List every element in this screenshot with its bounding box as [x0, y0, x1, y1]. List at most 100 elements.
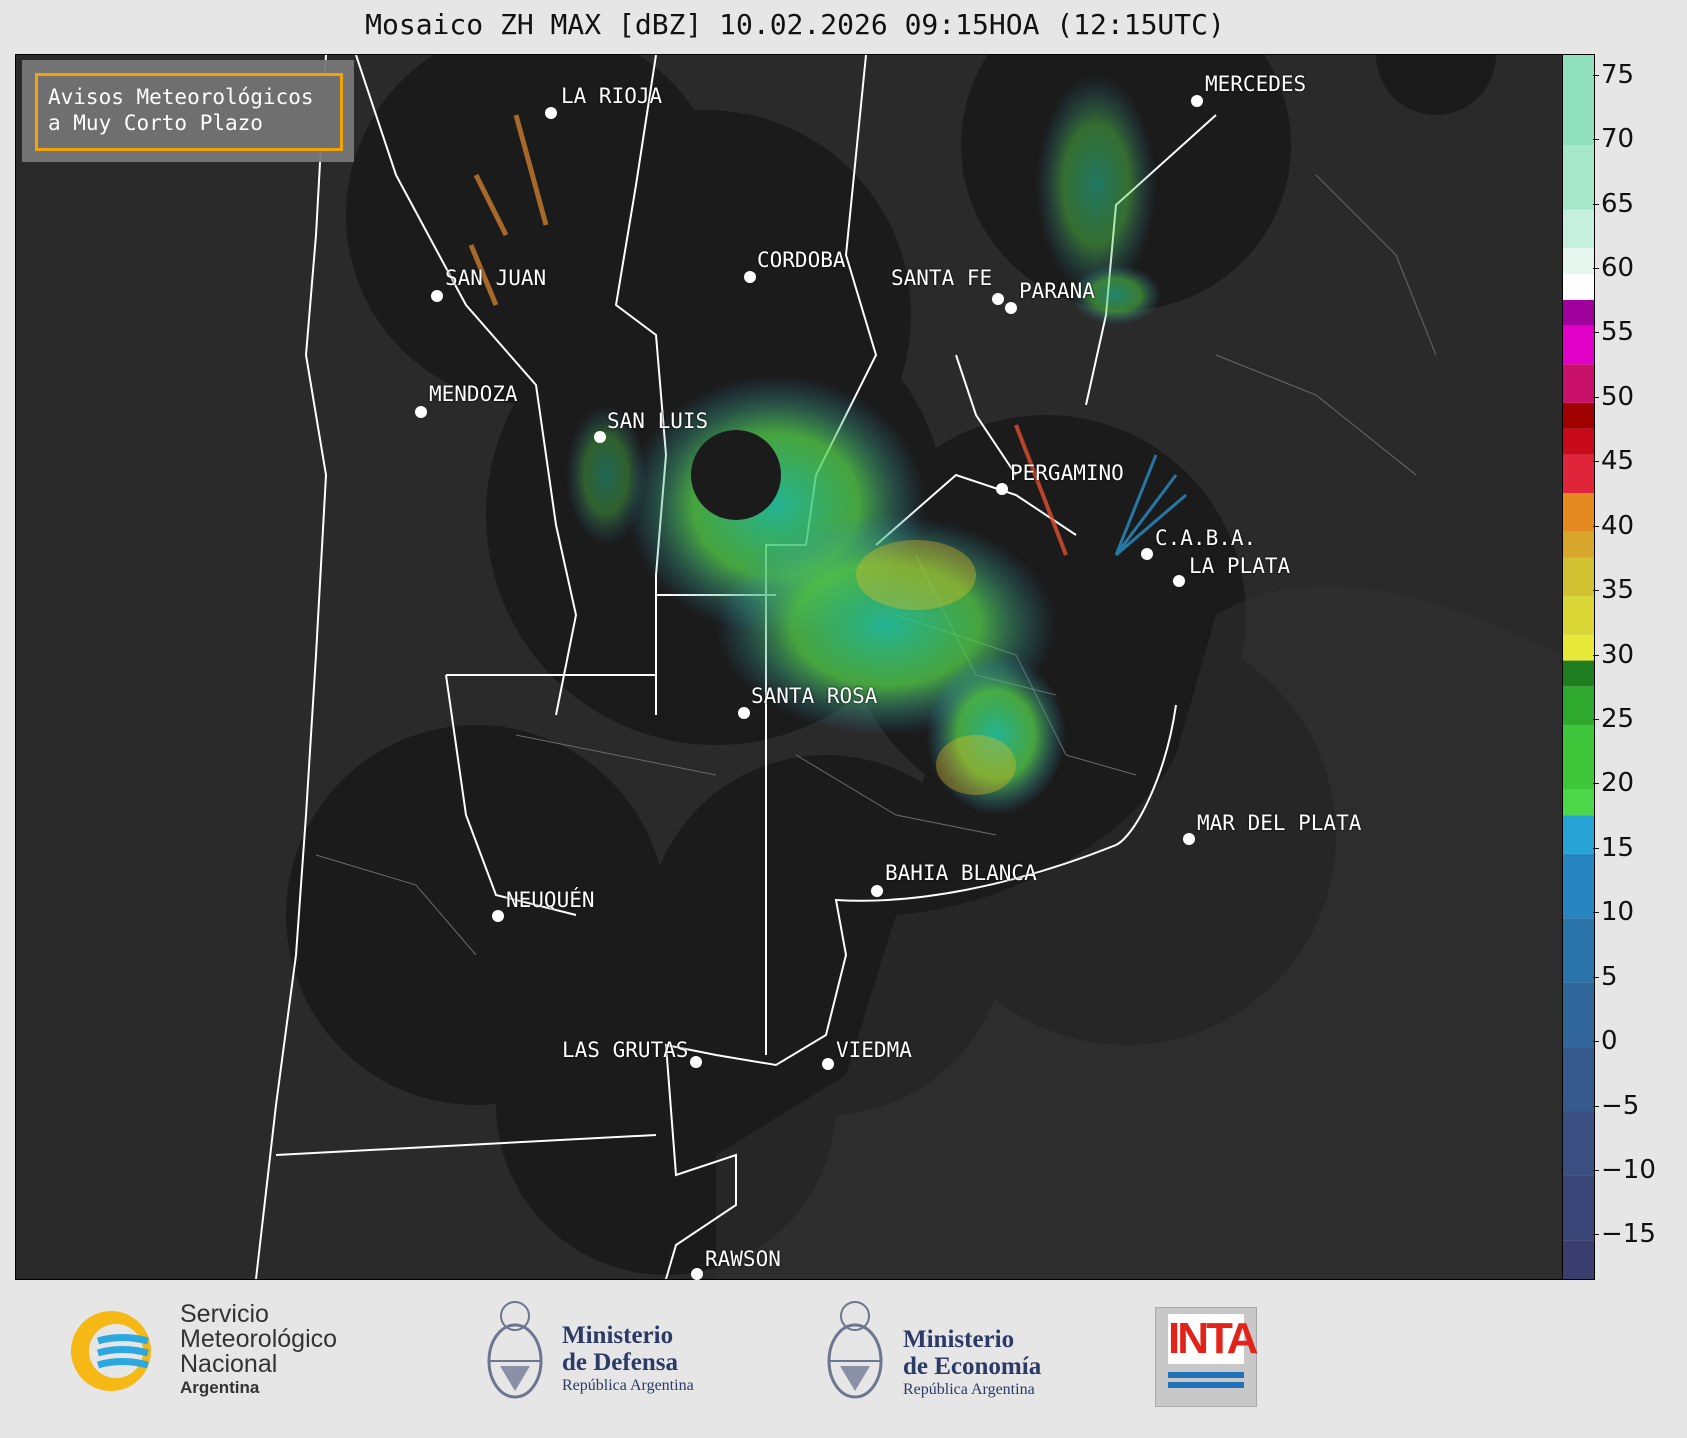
city-label-viedma: VIEDMA: [836, 1038, 912, 1062]
colorbar-band: [1563, 982, 1594, 1048]
colorbar-tick-60: 60: [1592, 253, 1635, 283]
city-label-la-rioja: LA RIOJA: [561, 84, 663, 108]
city-label-mendoza: MENDOZA: [429, 382, 518, 406]
colorbar-band: [1563, 299, 1594, 326]
smn-line-1: Servicio: [180, 1300, 269, 1328]
inta-logo: INTA: [1155, 1307, 1258, 1407]
legend-box: Avisos Meteorológicos a Muy Corto Plazo: [35, 73, 343, 151]
city-label-mar-del-plata: MAR DEL PLATA: [1197, 811, 1362, 835]
inta-stripe: [1168, 1372, 1244, 1378]
city-dot-las-grutas: [690, 1056, 702, 1068]
colorbar-band: [1563, 325, 1594, 365]
colorbar-tick-10: 10: [1592, 897, 1635, 927]
smn-logo-icon: [66, 1306, 156, 1396]
economia-line-3: República Argentina: [903, 1381, 1035, 1398]
city-label-santa-fe: SANTA FE: [891, 266, 993, 290]
city-dot-mar-del-plata: [1183, 833, 1195, 845]
colorbar-band: [1563, 596, 1594, 635]
city-label-cordoba: CORDOBA: [757, 248, 846, 272]
smn-name: Servicio Meteorológico Nacional Argentin…: [180, 1302, 337, 1399]
city-label-neuquen: NEUQUÉN: [506, 888, 595, 912]
colorbar-band: [1563, 402, 1594, 429]
inta-label: INTA: [1168, 1314, 1258, 1364]
city-dot-pergamino: [996, 483, 1008, 495]
colorbar-band: [1563, 1175, 1594, 1241]
city-dot-santa-rosa: [738, 707, 750, 719]
colorbar-band: [1563, 1111, 1594, 1176]
city-dot-rawson: [691, 1268, 703, 1280]
colorbar-band: [1563, 634, 1594, 661]
colorbar-band: [1563, 686, 1594, 725]
city-dot-viedma: [822, 1058, 834, 1070]
smn-line-2: Meteorológico: [180, 1325, 338, 1353]
inta-stripe: [1168, 1382, 1244, 1388]
colorbar-tick-40: 40: [1592, 511, 1635, 541]
colorbar-band: [1563, 1047, 1594, 1112]
economia-line-2: de Economía: [903, 1353, 1042, 1380]
city-dot-bahia-blanca: [871, 885, 883, 897]
radar-map[interactable]: [15, 54, 1563, 1280]
colorbar-band: [1563, 274, 1594, 300]
dbz-colorbar: [1562, 54, 1595, 1280]
city-label-mercedes: MERCEDES: [1205, 72, 1307, 96]
city-dot-san-luis: [594, 431, 606, 443]
city-label-las-grutas: LAS GRUTAS: [562, 1038, 689, 1062]
city-label-la-plata: LA PLATA: [1189, 554, 1291, 578]
defensa-line-1: Ministerio: [562, 1322, 674, 1349]
colorbar-band: [1563, 557, 1594, 597]
coat-of-arms-icon: [480, 1296, 550, 1406]
colorbar-band: [1563, 55, 1594, 146]
colorbar-band: [1563, 145, 1594, 210]
colorbar-tick-65: 65: [1592, 189, 1635, 219]
economia-line-1: Ministerio: [903, 1326, 1015, 1353]
city-label-rawson: RAWSON: [705, 1247, 781, 1271]
city-label-san-luis: SAN LUIS: [607, 409, 709, 433]
city-dot-san-juan: [431, 290, 443, 302]
colorbar-band: [1563, 789, 1594, 816]
city-label-san-juan: SAN JUAN: [445, 266, 547, 290]
colorbar-band: [1563, 454, 1594, 494]
colorbar-band: [1563, 428, 1594, 455]
colorbar-band: [1563, 209, 1594, 249]
colorbar-tick-0: 0: [1593, 1026, 1618, 1056]
colorbar-band: [1563, 1240, 1594, 1279]
smn-line-3: Nacional: [180, 1350, 278, 1378]
city-label-bahia-blanca: BAHIA BLANCA: [885, 861, 1037, 885]
city-label-parana: PARANA: [1019, 279, 1095, 303]
colorbar-tick-minus10: −10: [1593, 1155, 1656, 1185]
city-dot-la-plata: [1173, 575, 1185, 587]
footer-logos: Servicio Meteorológico Nacional Argentin…: [0, 1280, 1687, 1438]
city-dot-parana: [1005, 302, 1017, 314]
colorbar-band: [1563, 364, 1594, 403]
colorbar-band: [1563, 248, 1594, 275]
city-label-pergamino: PERGAMINO: [1010, 461, 1124, 485]
colorbar-band: [1563, 660, 1594, 687]
colorbar-tick-35: 35: [1592, 575, 1635, 605]
colorbar-tick-15: 15: [1592, 833, 1635, 863]
colorbar-tick-20: 20: [1592, 768, 1635, 798]
city-dot-mercedes: [1191, 95, 1203, 107]
legend-line-2: a Muy Corto Plazo: [48, 111, 263, 135]
colorbar-band: [1563, 853, 1594, 919]
city-dot-santa-fe: [992, 293, 1004, 305]
smn-line-4: Argentina: [180, 1378, 260, 1397]
colorbar-tick-25: 25: [1592, 704, 1635, 734]
map-canvas: [16, 55, 1562, 1279]
city-dot-caba: [1141, 548, 1153, 560]
city-dot-la-rioja: [545, 107, 557, 119]
colorbar-band: [1563, 531, 1594, 558]
colorbar-tick-30: 30: [1592, 640, 1635, 670]
city-dot-cordoba: [744, 271, 756, 283]
colorbar-tick-minus5: −5: [1592, 1091, 1640, 1121]
city-label-santa-rosa: SANTA ROSA: [751, 684, 878, 708]
colorbar-tick-5: 5: [1593, 962, 1618, 992]
colorbar-tick-minus15: −15: [1593, 1219, 1656, 1249]
colorbar-band: [1563, 815, 1594, 854]
city-label-caba: C.A.B.A.: [1155, 526, 1257, 550]
city-dot-mendoza: [415, 406, 427, 418]
colorbar-tick-55: 55: [1592, 317, 1635, 347]
ministerio-economia: Ministerio de Economía República Argenti…: [903, 1326, 1041, 1400]
ministerio-defensa: Ministerio de Defensa República Argentin…: [562, 1322, 694, 1396]
colorbar-tick-45: 45: [1592, 446, 1635, 476]
colorbar-tick-50: 50: [1592, 382, 1635, 412]
